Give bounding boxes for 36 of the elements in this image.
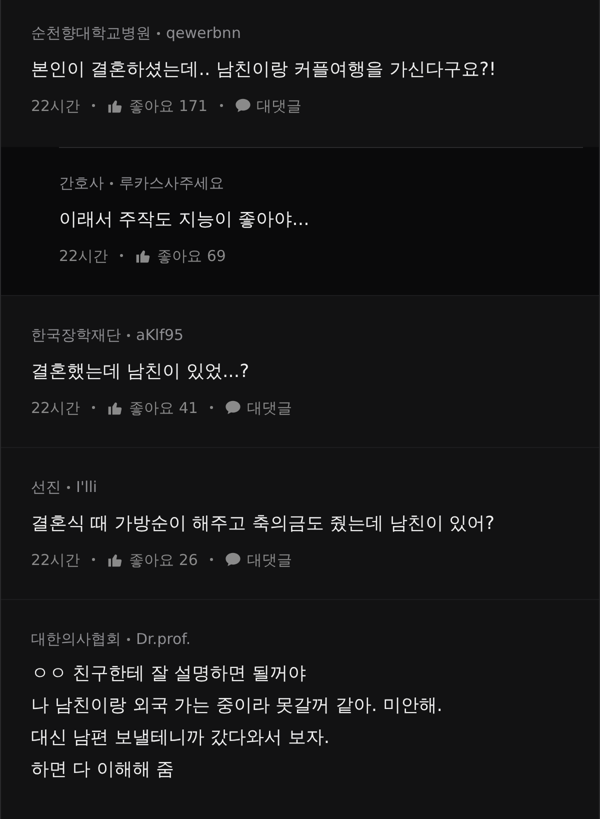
like-button[interactable]: 좋아요 171	[107, 94, 208, 117]
like-button[interactable]: 좋아요 26	[107, 548, 198, 571]
timestamp: 22시간	[31, 398, 80, 418]
comment-text: 본인이 결혼하셨는데.. 남친이랑 커플여행을 가신다구요?!	[31, 58, 498, 82]
author-name[interactable]: 간호사	[59, 172, 104, 194]
timestamp: 22시간	[31, 96, 80, 116]
thumbs-up-icon	[107, 552, 124, 568]
speech-bubble-icon	[234, 98, 250, 114]
thumbs-up-icon	[107, 98, 124, 114]
timestamp: 22시간	[59, 246, 108, 266]
speech-bubble-icon	[224, 552, 241, 568]
timestamp: 22시간	[31, 550, 80, 570]
username[interactable]: aKlf95	[136, 324, 184, 346]
username[interactable]: 루카스사주세요	[119, 172, 224, 194]
thumbs-up-icon	[107, 400, 124, 416]
author-name[interactable]: 한국장학재단	[31, 324, 121, 346]
speech-bubble-icon	[224, 400, 241, 416]
username[interactable]: qewerbnn	[166, 22, 241, 44]
comment-text: ㅇㅇ 친구한테 잘 설명하면 될꺼야	[31, 662, 307, 686]
username[interactable]: Dr.prof.	[136, 628, 191, 650]
thumbs-up-icon	[135, 248, 152, 264]
reply-button[interactable]: 대댓글	[224, 396, 292, 419]
author-name[interactable]: 순천향대학교병원	[31, 22, 151, 44]
comment-text: 나 남친이랑 외국 가는 중이라 못갈꺼 같아. 미안해.	[31, 694, 444, 718]
author-name[interactable]: 대한의사협회	[31, 628, 121, 650]
comment-text: 결혼식 때 가방순이 해주고 축의금도 줬는데 남친이 있어?	[31, 512, 496, 536]
reply-button[interactable]: 대댓글	[224, 548, 292, 571]
author-name[interactable]: 선진	[31, 476, 61, 498]
comment-text: 결혼했는데 남친이 있었...?	[31, 360, 250, 384]
comment-text: 이래서 주작도 지능이 좋아야...	[59, 208, 310, 232]
like-button[interactable]: 좋아요 69	[135, 244, 226, 267]
username[interactable]: I'lli	[76, 476, 98, 498]
reply-button[interactable]: 대댓글	[234, 94, 302, 117]
like-button[interactable]: 좋아요 41	[107, 396, 198, 419]
comment-text: 대신 남편 보낼테니까 갔다와서 보자.	[31, 726, 331, 750]
comment-text: 하면 다 이해해 줌	[31, 758, 176, 782]
